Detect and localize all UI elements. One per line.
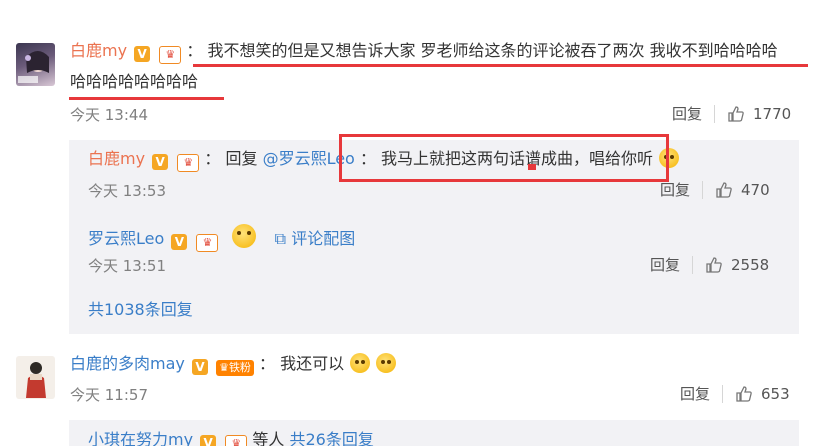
next-reply-count-link[interactable]: 共26条回复 bbox=[289, 430, 373, 446]
weibo-comment-thread: 白鹿my V ♛ ： 我不想笑的但是又想告诉大家 罗老师给这条的评论被吞了两次 … bbox=[0, 0, 823, 446]
comment-2-colon: ： bbox=[259, 354, 276, 373]
comment-1-like-count: 1770 bbox=[753, 104, 792, 123]
next-reply-text: 等人 bbox=[252, 430, 285, 446]
fan-badge-label: 铁粉 bbox=[228, 361, 251, 374]
divider bbox=[692, 255, 694, 274]
verified-v-icon: V bbox=[134, 46, 151, 62]
like-thumb-icon[interactable] bbox=[705, 256, 723, 274]
next-reply-line: 小琪在努力my V ♛ 等人 共26条回复 bbox=[88, 429, 374, 446]
reply-1-colon: ： bbox=[204, 149, 221, 168]
highlight-mark bbox=[528, 164, 536, 170]
comment-1-actions: 回复 1770 bbox=[672, 103, 791, 124]
comment-2-actions: 回复 653 bbox=[680, 383, 790, 404]
reply-2-like-count: 2558 bbox=[731, 255, 770, 274]
verified-v-icon: V bbox=[200, 435, 217, 446]
divider bbox=[702, 180, 704, 199]
comment-1-text-line-2: 哈哈哈哈哈哈哈哈 bbox=[70, 72, 199, 91]
like-thumb-icon[interactable] bbox=[735, 385, 753, 403]
comment-1-line-1: 白鹿my V ♛ ： 我不想笑的但是又想告诉大家 罗老师给这条的评论被吞了两次 … bbox=[70, 40, 778, 64]
reply-1-reply-button[interactable]: 回复 bbox=[660, 179, 690, 200]
more-replies-link[interactable]: 共1038条回复 bbox=[88, 299, 193, 321]
divider bbox=[714, 104, 716, 123]
comment-2-reply-button[interactable]: 回复 bbox=[680, 383, 710, 404]
highlight-underline-1 bbox=[193, 64, 808, 67]
reply-2-username[interactable]: 罗云熙Leo bbox=[88, 229, 164, 248]
comment-2-text: 我还可以 bbox=[280, 354, 345, 373]
reply-2-reply-button[interactable]: 回复 bbox=[650, 254, 680, 275]
comment-1-line-2: 哈哈哈哈哈哈哈哈 bbox=[70, 71, 198, 93]
laughing-emoji-icon bbox=[231, 224, 256, 248]
highlight-underline-2 bbox=[69, 97, 224, 100]
like-thumb-icon[interactable] bbox=[715, 181, 733, 199]
verified-v-icon: V bbox=[152, 154, 169, 170]
image-icon[interactable]: ⧉ bbox=[275, 229, 286, 248]
comment-2-like-count: 653 bbox=[761, 384, 790, 403]
comment-1-time: 今天 13:44 bbox=[70, 106, 148, 124]
comment-1-text-line-1: 我不想笑的但是又想告诉大家 罗老师给这条的评论被吞了两次 我收不到哈哈哈哈 bbox=[207, 41, 778, 60]
comment-1-colon: ： bbox=[186, 41, 203, 60]
vip-crown-icon: ♛ bbox=[225, 435, 248, 446]
grinning-emoji-icon bbox=[350, 353, 371, 373]
fan-badge: ♛铁粉 bbox=[216, 360, 254, 376]
reply-2-time: 今天 13:51 bbox=[88, 257, 166, 275]
verified-v-icon: V bbox=[191, 359, 208, 375]
reply-1-actions: 回复 470 bbox=[660, 179, 770, 200]
reply-2-line: 罗云熙Leo V ♛ ⧉ 评论配图 bbox=[88, 224, 355, 252]
highlight-box bbox=[339, 134, 669, 182]
reply-1-time: 今天 13:53 bbox=[88, 182, 166, 200]
comment-1-username[interactable]: 白鹿my bbox=[70, 41, 127, 60]
verified-v-icon: V bbox=[171, 234, 188, 250]
grinning-emoji-icon bbox=[376, 353, 397, 373]
comment-2-time: 今天 11:57 bbox=[70, 386, 148, 404]
reply-1-username[interactable]: 白鹿my bbox=[88, 149, 145, 168]
avatar-bailu-duorou-may[interactable] bbox=[16, 356, 55, 399]
avatar-image-icon bbox=[18, 51, 49, 83]
reply-2-actions: 回复 2558 bbox=[650, 254, 769, 275]
next-reply-username[interactable]: 小琪在努力my bbox=[88, 430, 193, 446]
vip-crown-icon: ♛ bbox=[196, 234, 219, 252]
comment-2-username[interactable]: 白鹿的多肉may bbox=[70, 354, 185, 373]
reply-1-prefix: 回复 bbox=[225, 149, 258, 168]
comment-1-reply-button[interactable]: 回复 bbox=[672, 103, 702, 124]
reply-1-like-count: 470 bbox=[741, 180, 770, 199]
vip-crown-icon: ♛ bbox=[177, 154, 200, 172]
comment-2-line: 白鹿的多肉may V ♛铁粉 ： 我还可以 bbox=[70, 353, 397, 376]
like-thumb-icon[interactable] bbox=[727, 105, 745, 123]
avatar-bailu-my[interactable] bbox=[16, 43, 55, 86]
divider bbox=[722, 384, 724, 403]
reply-2-picture-link[interactable]: 评论配图 bbox=[291, 229, 355, 248]
avatar-image-icon bbox=[26, 362, 46, 398]
vip-crown-icon: ♛ bbox=[159, 46, 182, 64]
